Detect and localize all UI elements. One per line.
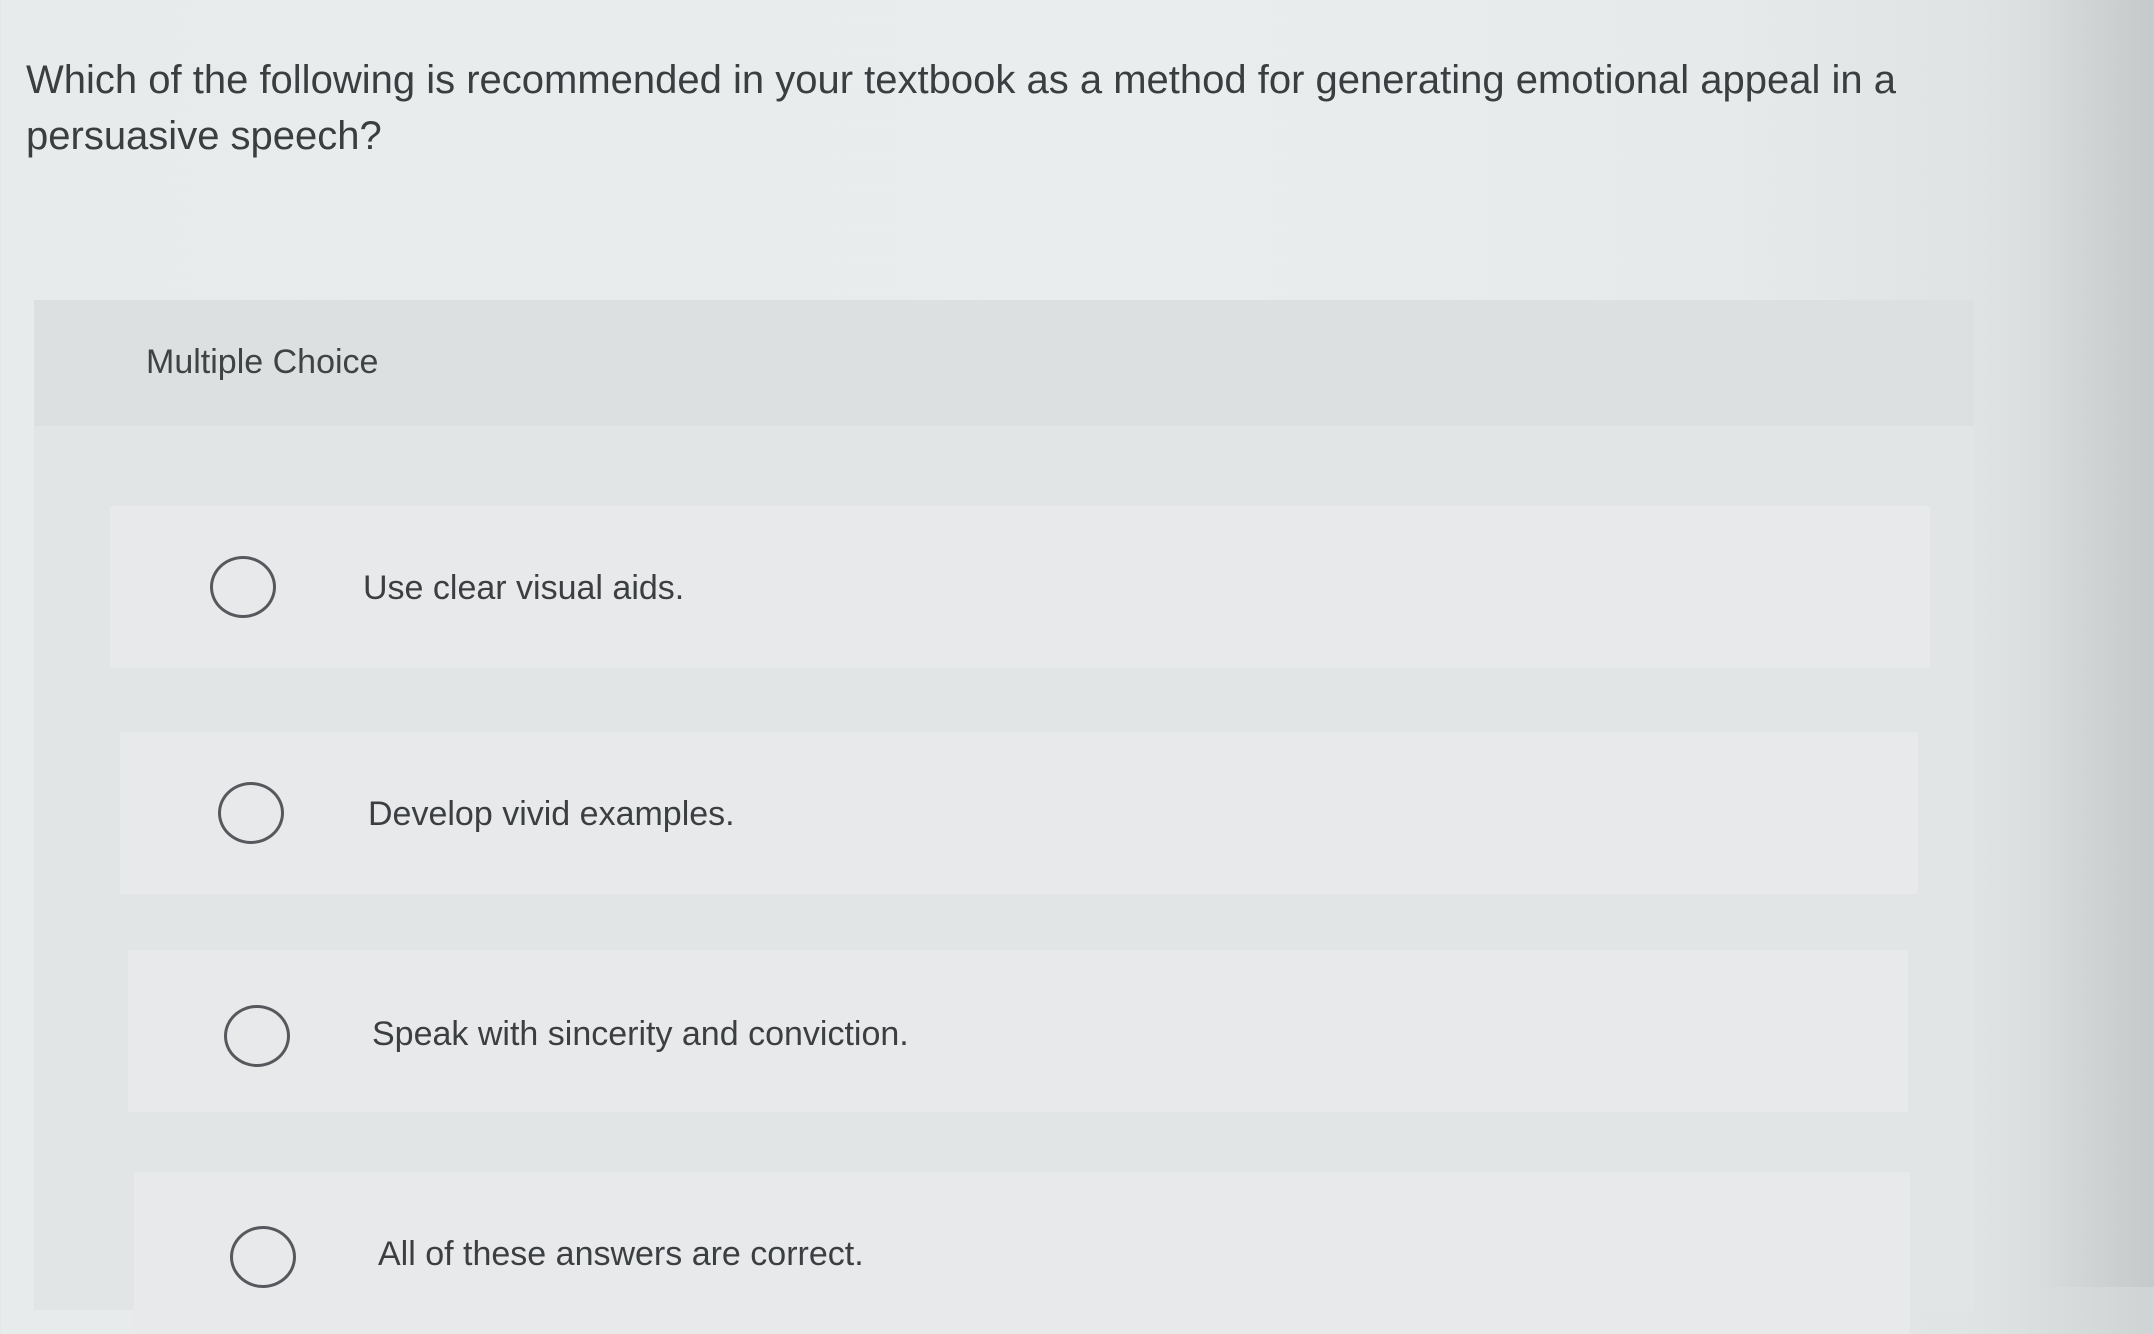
panel-header: Multiple Choice bbox=[34, 300, 1974, 426]
radio-button-option-4[interactable] bbox=[230, 1226, 296, 1288]
radio-button-option-1[interactable] bbox=[210, 556, 276, 618]
answer-option-label: Use clear visual aids. bbox=[363, 569, 685, 607]
answer-option-4[interactable]: All of these answers are correct. bbox=[134, 1172, 1910, 1334]
answer-option-2[interactable]: Develop vivid examples. bbox=[120, 732, 1918, 894]
radio-button-option-3[interactable] bbox=[224, 1005, 290, 1067]
answer-option-1[interactable]: Use clear visual aids. bbox=[110, 506, 1930, 668]
answer-option-label: Speak with sincerity and conviction. bbox=[372, 1015, 909, 1053]
answer-option-label: Develop vivid examples. bbox=[368, 795, 735, 833]
question-type-label: Multiple Choice bbox=[146, 343, 379, 381]
screen-edge-shade bbox=[2034, 0, 2154, 1287]
radio-button-option-2[interactable] bbox=[218, 782, 284, 844]
answer-option-label: All of these answers are correct. bbox=[378, 1235, 864, 1273]
answer-option-3[interactable]: Speak with sincerity and conviction. bbox=[128, 950, 1908, 1112]
question-prompt: Which of the following is recommended in… bbox=[26, 58, 1896, 158]
answer-panel: Multiple Choice Use clear visual aids. D… bbox=[34, 300, 1974, 1334]
